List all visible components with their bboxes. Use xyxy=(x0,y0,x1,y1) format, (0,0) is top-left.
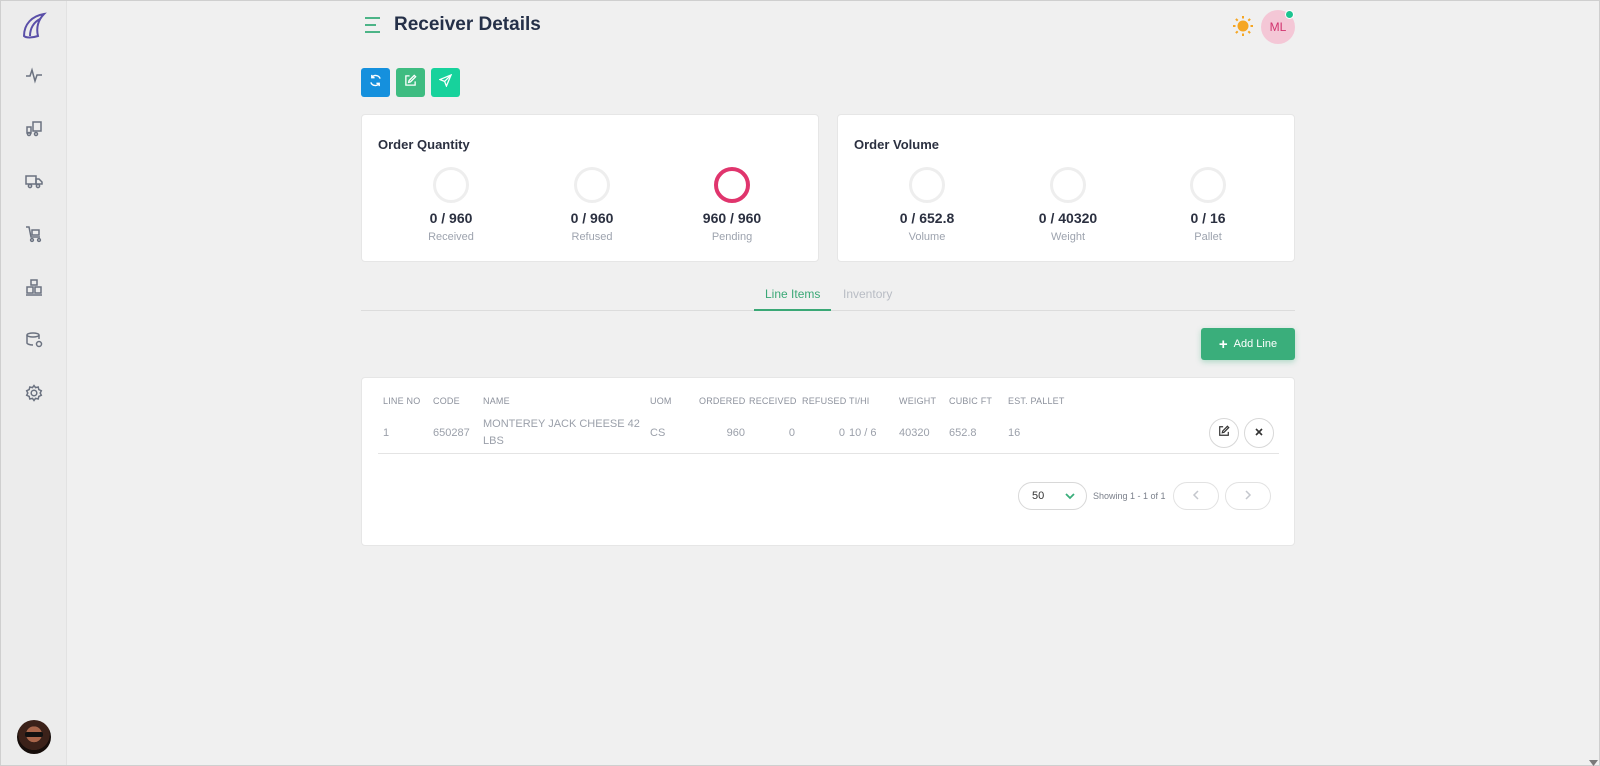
metric-label: Pending xyxy=(711,231,753,243)
add-line-button[interactable]: + Add Line xyxy=(1201,328,1295,360)
online-status-dot xyxy=(1285,10,1294,19)
metric-value: 960 / 960 xyxy=(702,210,762,226)
edit-icon xyxy=(1218,424,1230,442)
metric-value: 0 / 960 xyxy=(429,210,473,226)
warehouse-icon[interactable] xyxy=(23,276,45,298)
delete-row-button[interactable] xyxy=(1244,418,1274,448)
order-quantity-card: Order Quantity 0 / 960 Received 0 / 960 … xyxy=(361,114,819,262)
cell-line-no: 1 xyxy=(383,427,390,439)
progress-ring xyxy=(1050,167,1086,203)
metric-label: Pallet xyxy=(1194,231,1222,243)
metric-refused: 0 / 960 Refused xyxy=(532,167,652,243)
app-logo[interactable] xyxy=(18,10,50,42)
progress-ring xyxy=(433,167,469,203)
sidebar xyxy=(1,1,67,765)
metric-pallet: 0 / 16 Pallet xyxy=(1148,167,1268,243)
column-header: REFUSED xyxy=(802,396,847,406)
metric-volume: 0 / 652.8 Volume xyxy=(867,167,987,243)
scroll-down-arrow-icon[interactable] xyxy=(1589,754,1598,766)
next-page-button[interactable] xyxy=(1225,482,1271,510)
column-header: TI/HI xyxy=(849,396,870,406)
column-header: NAME xyxy=(483,396,510,406)
cell-name-line1: MONTEREY JACK CHEESE 42 xyxy=(483,418,640,430)
metric-value: 0 / 40320 xyxy=(1038,210,1098,226)
plus-icon: + xyxy=(1218,335,1228,353)
send-icon xyxy=(438,73,453,92)
cell-code: 650287 xyxy=(433,427,470,439)
metric-value: 0 / 16 xyxy=(1190,210,1226,226)
card-title: Order Volume xyxy=(854,137,940,152)
metric-label: Refused xyxy=(571,231,613,243)
metric-label: Volume xyxy=(908,231,946,243)
cell-name-line2: LBS xyxy=(483,435,504,447)
order-volume-card: Order Volume 0 / 652.8 Volume 0 / 40320 … xyxy=(837,114,1295,262)
page-size-select[interactable]: 50 xyxy=(1018,482,1087,510)
activity-icon[interactable] xyxy=(23,64,45,86)
progress-ring xyxy=(714,167,750,203)
hamburger-menu-icon[interactable] xyxy=(364,16,384,34)
tab-line-items[interactable]: Line Items xyxy=(765,287,820,301)
progress-ring xyxy=(1190,167,1226,203)
progress-ring xyxy=(909,167,945,203)
forklift-icon[interactable] xyxy=(23,117,45,139)
sun-icon[interactable] xyxy=(1232,15,1254,37)
gear-icon[interactable] xyxy=(23,382,45,404)
metric-value: 0 / 960 xyxy=(570,210,614,226)
edit-icon xyxy=(404,73,417,92)
cell-weight: 40320 xyxy=(899,427,930,439)
add-line-label: Add Line xyxy=(1233,338,1278,350)
row-divider xyxy=(378,453,1279,454)
column-header: UOM xyxy=(650,396,672,406)
line-items-table: LINE NO CODE NAME UOM ORDERED RECEIVED R… xyxy=(361,377,1295,546)
truck-icon[interactable] xyxy=(23,170,45,192)
refresh-icon xyxy=(369,74,382,92)
column-header: LINE NO xyxy=(383,396,421,406)
cell-uom: CS xyxy=(650,427,666,439)
previous-page-button[interactable] xyxy=(1173,482,1219,510)
metric-pending: 960 / 960 Pending xyxy=(672,167,792,243)
send-button[interactable] xyxy=(431,68,460,97)
edit-row-button[interactable] xyxy=(1209,418,1239,448)
column-header: CODE xyxy=(433,396,460,406)
chevron-down-icon xyxy=(1064,490,1076,505)
edit-button[interactable] xyxy=(396,68,425,97)
column-header: CUBIC FT xyxy=(949,396,993,406)
column-header: EST. PALLET xyxy=(1008,396,1065,406)
cell-refused: 0 xyxy=(838,427,845,439)
page-size-value: 50 xyxy=(1032,490,1045,502)
cell-cubic-ft: 652.8 xyxy=(949,427,977,439)
metric-received: 0 / 960 Received xyxy=(391,167,511,243)
column-header: ORDERED xyxy=(699,396,746,406)
progress-ring xyxy=(574,167,610,203)
active-tab-indicator xyxy=(754,309,831,311)
cell-est-pallet: 16 xyxy=(1008,427,1021,439)
pagination-summary: Showing 1 - 1 of 1 xyxy=(1093,491,1166,501)
close-icon xyxy=(1254,424,1264,442)
refresh-button[interactable] xyxy=(361,68,390,97)
metric-value: 0 / 652.8 xyxy=(899,210,955,226)
metric-weight: 0 / 40320 Weight xyxy=(1008,167,1128,243)
database-settings-icon[interactable] xyxy=(23,329,45,351)
metric-label: Weight xyxy=(1050,231,1086,243)
column-header: RECEIVED xyxy=(749,396,797,406)
cart-icon[interactable] xyxy=(23,223,45,245)
cell-ordered: 960 xyxy=(726,427,745,439)
column-header: WEIGHT xyxy=(899,396,937,406)
tab-inventory[interactable]: Inventory xyxy=(843,287,892,301)
cell-tihi: 10 / 6 xyxy=(849,427,877,439)
profile-photo[interactable] xyxy=(17,720,51,754)
card-title: Order Quantity xyxy=(378,137,470,152)
cell-received: 0 xyxy=(788,427,795,439)
metric-label: Received xyxy=(428,231,474,243)
page-title: Receiver Details xyxy=(394,14,541,35)
chevron-left-icon xyxy=(1192,487,1200,505)
chevron-right-icon xyxy=(1244,487,1252,505)
